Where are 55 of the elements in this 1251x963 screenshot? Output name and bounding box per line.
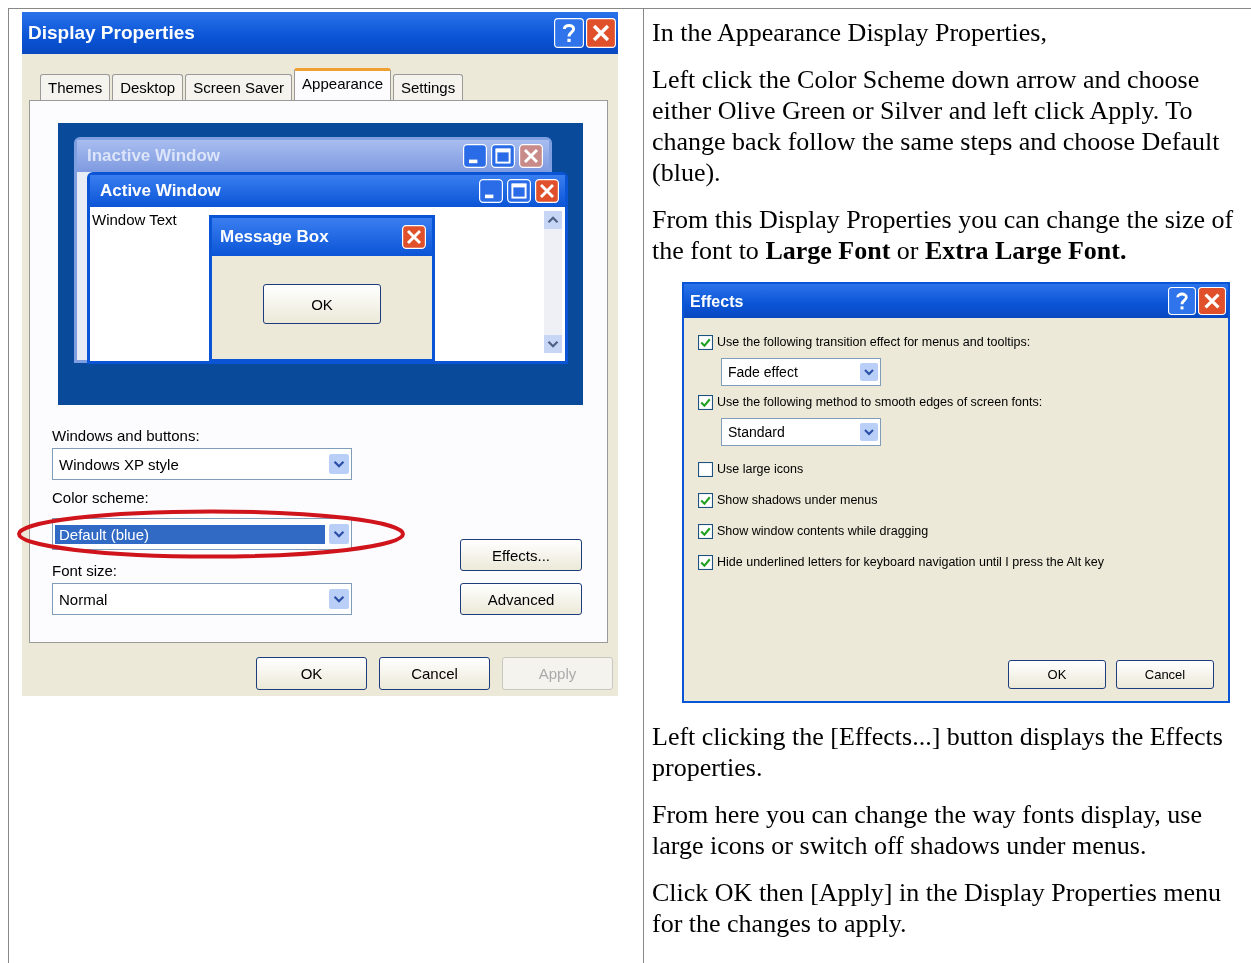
- tab[interactable]: Themes: [40, 74, 111, 100]
- tab[interactable]: Settings: [393, 74, 464, 100]
- checkbox[interactable]: [698, 523, 713, 539]
- field-label: Windows and buttons:: [52, 427, 201, 444]
- field-label: Font size:: [52, 562, 119, 579]
- tab[interactable]: Appearance: [294, 68, 391, 100]
- close-icon[interactable]: [1198, 287, 1226, 315]
- instruction-paragraph: Left clicking the [Effects...] button displays the Effects properties.: [652, 721, 1224, 783]
- dropdown[interactable]: Normal: [52, 583, 352, 615]
- maximize-icon[interactable]: [507, 179, 531, 203]
- dialog-button[interactable]: Effects...: [460, 539, 582, 571]
- option-label: Use the following method to smooth edges of screen fonts:: [717, 393, 1043, 411]
- checkbox[interactable]: [698, 394, 713, 410]
- close-icon[interactable]: [402, 225, 426, 249]
- instruction-paragraph: From this Display Properties you can change the size of the font to Large Font or Extra Large Font.: [652, 204, 1235, 266]
- instruction-paragraph: From here you can change the way fonts display, use large icons or switch off shadows under menus.: [652, 799, 1203, 861]
- ok-button[interactable]: OK: [263, 284, 381, 324]
- checkbox[interactable]: [698, 334, 713, 350]
- checkbox[interactable]: [698, 492, 713, 508]
- scroll-up-icon[interactable]: [544, 211, 562, 229]
- dialog-button[interactable]: Cancel: [1116, 660, 1214, 689]
- dialog-button[interactable]: OK: [256, 657, 367, 690]
- scroll-down-icon[interactable]: [544, 335, 562, 353]
- checkbox[interactable]: [698, 554, 713, 570]
- scrollbar[interactable]: [544, 211, 562, 353]
- window-title: Effects: [690, 291, 744, 312]
- dialog-button[interactable]: OK: [1008, 660, 1106, 689]
- window-title: Inactive Window: [87, 146, 221, 166]
- window-title: Active Window: [100, 181, 221, 201]
- window-title: Display Properties: [28, 22, 195, 44]
- help-icon[interactable]: [554, 18, 584, 48]
- option-label: Show window contents while dragging: [717, 522, 929, 540]
- dialog-button[interactable]: Advanced: [460, 583, 582, 615]
- window-title: Message Box: [220, 227, 329, 247]
- help-icon[interactable]: [1168, 287, 1196, 315]
- close-icon[interactable]: [586, 18, 616, 48]
- option-label: Use large icons: [717, 460, 804, 478]
- checkbox[interactable]: [698, 461, 713, 477]
- instruction-paragraph: Click OK then [Apply] in the Display Properties menu for the changes to apply.: [652, 877, 1223, 939]
- option-label: Hide underlined letters for keyboard navigation until I press the Alt key: [717, 553, 1105, 571]
- window-text: Window Text: [91, 210, 178, 230]
- tab[interactable]: Screen Saver: [185, 74, 293, 100]
- minimize-icon[interactable]: [479, 179, 503, 203]
- option-label: Show shadows under menus: [717, 491, 878, 509]
- option-label: Use the following transition effect for menus and tooltips:: [717, 333, 1031, 351]
- dialog-button[interactable]: Cancel: [379, 657, 490, 690]
- dropdown[interactable]: Default (blue): [52, 518, 352, 550]
- tab[interactable]: Desktop: [112, 74, 184, 100]
- dropdown[interactable]: Fade effect: [721, 358, 881, 386]
- instruction-paragraph: Left click the Color Scheme down arrow and choose either Olive Green or Silver and left click Apply. To change back follow the same steps and choose Default (blue).: [652, 64, 1221, 188]
- close-icon[interactable]: [535, 179, 559, 203]
- field-label: Color scheme:: [52, 489, 150, 506]
- instruction-paragraph: In the Appearance Display Properties,: [652, 17, 1048, 48]
- dropdown[interactable]: Windows XP style: [52, 448, 352, 480]
- dropdown[interactable]: Standard: [721, 418, 881, 446]
